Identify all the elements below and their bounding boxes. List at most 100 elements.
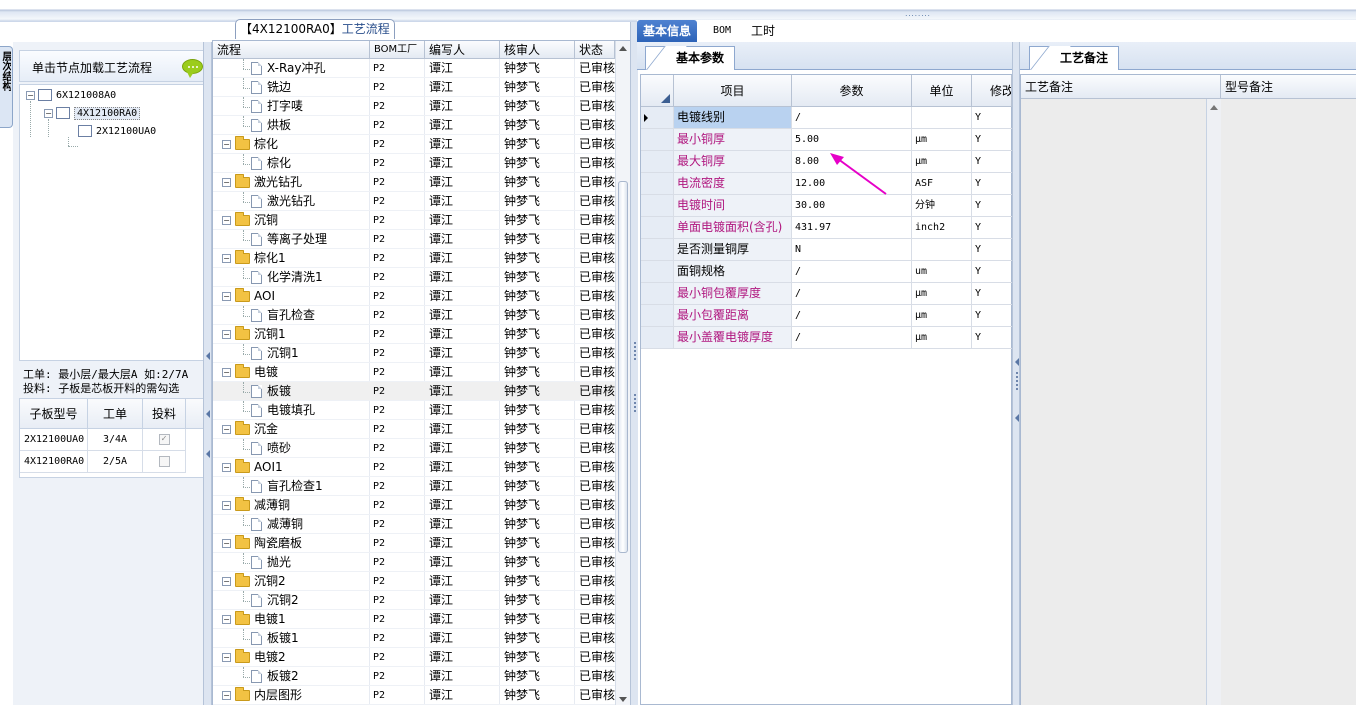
flow-row[interactable]: − 陶瓷磨板 P2 谭江 钟梦飞 已审核 [213,534,615,553]
param-modify[interactable]: Y [972,107,1013,129]
flow-row[interactable]: 烘板 P2 谭江 钟梦飞 已审核 [213,116,615,135]
flow-name-cell[interactable]: 板镀2 [251,667,370,686]
param-unit[interactable] [912,239,972,261]
flow-name-cell[interactable]: 减薄铜 [251,515,370,534]
tree-node-child[interactable]: 4X12100RA0 [56,105,141,123]
reviewer-cell[interactable]: 钟梦飞 [504,287,574,306]
bom-cell[interactable]: P2 [373,268,423,287]
flow-name-cell[interactable]: 电镀填孔 [251,401,370,420]
flow-name-cell[interactable]: 棕化1 [235,249,370,268]
reviewer-cell[interactable]: 钟梦飞 [504,78,574,97]
param-value[interactable]: N [792,239,912,261]
writer-cell[interactable]: 谭江 [429,325,499,344]
reviewer-cell[interactable]: 钟梦飞 [504,211,574,230]
row-header[interactable] [641,107,674,129]
load-process-button[interactable]: 单击节点加载工艺流程 [19,50,207,82]
param-unit[interactable]: μm [912,327,972,349]
reviewer-cell[interactable]: 钟梦飞 [504,629,574,648]
flow-row[interactable]: 电镀填孔 P2 谭江 钟梦飞 已审核 [213,401,615,420]
scroll-down-icon[interactable] [619,697,627,702]
bom-cell[interactable]: P2 [373,382,423,401]
bom-cell[interactable]: P2 [373,515,423,534]
reviewer-cell[interactable]: 钟梦飞 [504,249,574,268]
bom-cell[interactable]: P2 [373,116,423,135]
reviewer-cell[interactable]: 钟梦飞 [504,135,574,154]
bom-cell[interactable]: P2 [373,192,423,211]
row-header[interactable] [641,283,674,305]
writer-cell[interactable]: 谭江 [429,78,499,97]
cell-order[interactable]: 2/5A [88,451,143,473]
bom-cell[interactable]: P2 [373,439,423,458]
flow-row[interactable]: − 棕化1 P2 谭江 钟梦飞 已审核 [213,249,615,268]
splitter-grip-icon[interactable] [634,394,636,412]
col-header-status[interactable]: 状态 [575,41,615,59]
model-note-area[interactable] [1221,99,1356,705]
collapse-left-icon[interactable] [206,352,210,360]
col-header-reviewer[interactable]: 核审人 [500,41,575,59]
param-value[interactable]: / [792,261,912,283]
flow-scrollbar[interactable] [615,41,630,705]
writer-cell[interactable]: 谭江 [429,591,499,610]
collapse-icon[interactable]: − [222,330,231,339]
col-header-order[interactable]: 工单 [88,399,143,429]
board-tree[interactable]: − − 6X121008A0 4X12100RA0 2X12100UA0 [19,84,207,361]
writer-cell[interactable]: 谭江 [429,553,499,572]
reviewer-cell[interactable]: 钟梦飞 [504,97,574,116]
status-cell[interactable]: 已审核 [579,648,615,667]
splitter-grip-icon[interactable] [634,342,636,360]
writer-cell[interactable]: 谭江 [429,192,499,211]
reviewer-cell[interactable]: 钟梦飞 [504,344,574,363]
reviewer-cell[interactable]: 钟梦飞 [504,610,574,629]
param-modify[interactable]: Y [972,173,1013,195]
bom-cell[interactable]: P2 [373,154,423,173]
reviewer-cell[interactable]: 钟梦飞 [504,515,574,534]
bom-cell[interactable]: P2 [373,344,423,363]
cell-model[interactable]: 4X12100RA0 [20,451,88,473]
bom-cell[interactable]: P2 [373,648,423,667]
col-header-param[interactable]: 参数 [792,75,912,107]
col-header-modify[interactable]: 修改 [972,75,1012,107]
writer-cell[interactable]: 谭江 [429,249,499,268]
writer-cell[interactable]: 谭江 [429,211,499,230]
writer-cell[interactable]: 谭江 [429,135,499,154]
reviewer-cell[interactable]: 钟梦飞 [504,306,574,325]
collapse-left-icon[interactable] [206,450,210,458]
collapse-icon[interactable]: − [222,653,231,662]
collapse-icon[interactable]: − [222,140,231,149]
collapse-right-icon[interactable] [1015,414,1019,422]
flow-row[interactable]: 化学清洗1 P2 谭江 钟梦飞 已审核 [213,268,615,287]
tab-basic-info[interactable]: 基本信息 [637,20,698,42]
reviewer-cell[interactable]: 钟梦飞 [504,458,574,477]
bom-cell[interactable]: P2 [373,306,423,325]
param-unit[interactable]: μm [912,305,972,327]
param-value[interactable]: / [792,107,912,129]
flow-row[interactable]: − 减薄铜 P2 谭江 钟梦飞 已审核 [213,496,615,515]
param-modify[interactable]: Y [972,283,1013,305]
writer-cell[interactable]: 谭江 [429,667,499,686]
collapse-icon[interactable]: − [222,539,231,548]
flow-row[interactable]: − 电镀 P2 谭江 钟梦飞 已审核 [213,363,615,382]
writer-cell[interactable]: 谭江 [429,458,499,477]
bom-cell[interactable]: P2 [373,610,423,629]
bom-cell[interactable]: P2 [373,591,423,610]
status-cell[interactable]: 已审核 [579,439,615,458]
status-cell[interactable]: 已审核 [579,572,615,591]
bom-cell[interactable]: P2 [373,135,423,154]
status-cell[interactable]: 已审核 [579,154,615,173]
reviewer-cell[interactable]: 钟梦飞 [504,363,574,382]
writer-cell[interactable]: 谭江 [429,629,499,648]
flow-name-cell[interactable]: 抛光 [251,553,370,572]
reviewer-cell[interactable]: 钟梦飞 [504,230,574,249]
row-header[interactable] [641,239,674,261]
flow-row[interactable]: − 沉铜2 P2 谭江 钟梦飞 已审核 [213,572,615,591]
row-header[interactable] [641,261,674,283]
note-scrollbar[interactable] [1207,99,1221,705]
row-header[interactable] [641,217,674,239]
writer-cell[interactable]: 谭江 [429,477,499,496]
flow-name-cell[interactable]: 沉金 [235,420,370,439]
param-modify[interactable]: Y [972,151,1013,173]
writer-cell[interactable]: 谭江 [429,439,499,458]
status-cell[interactable]: 已审核 [579,230,615,249]
reviewer-cell[interactable]: 钟梦飞 [504,572,574,591]
cell-model[interactable]: 2X12100UA0 [20,429,88,451]
